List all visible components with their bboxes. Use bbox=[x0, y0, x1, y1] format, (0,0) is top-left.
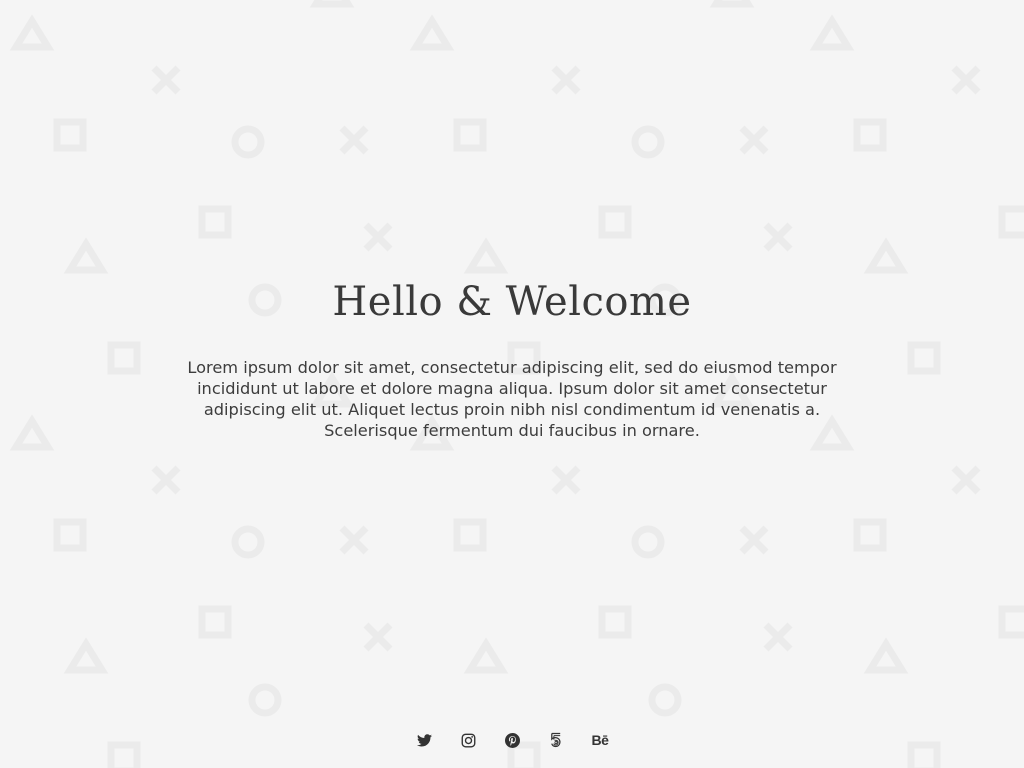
pinterest-icon bbox=[504, 732, 520, 748]
intro-paragraph: Lorem ipsum dolor sit amet, consectetur … bbox=[187, 358, 837, 440]
behance-icon: Bē bbox=[591, 732, 609, 748]
social-links: Bē bbox=[0, 728, 1024, 752]
behance-link[interactable]: Bē bbox=[588, 728, 612, 752]
pinterest-link[interactable] bbox=[500, 728, 524, 752]
instagram-icon bbox=[461, 733, 475, 747]
500px-icon bbox=[551, 732, 561, 747]
twitter-icon bbox=[416, 733, 432, 746]
page-title: Hello & Welcome bbox=[332, 279, 692, 325]
500px-link[interactable] bbox=[544, 728, 568, 752]
twitter-link[interactable] bbox=[412, 728, 436, 752]
instagram-link[interactable] bbox=[456, 728, 480, 752]
